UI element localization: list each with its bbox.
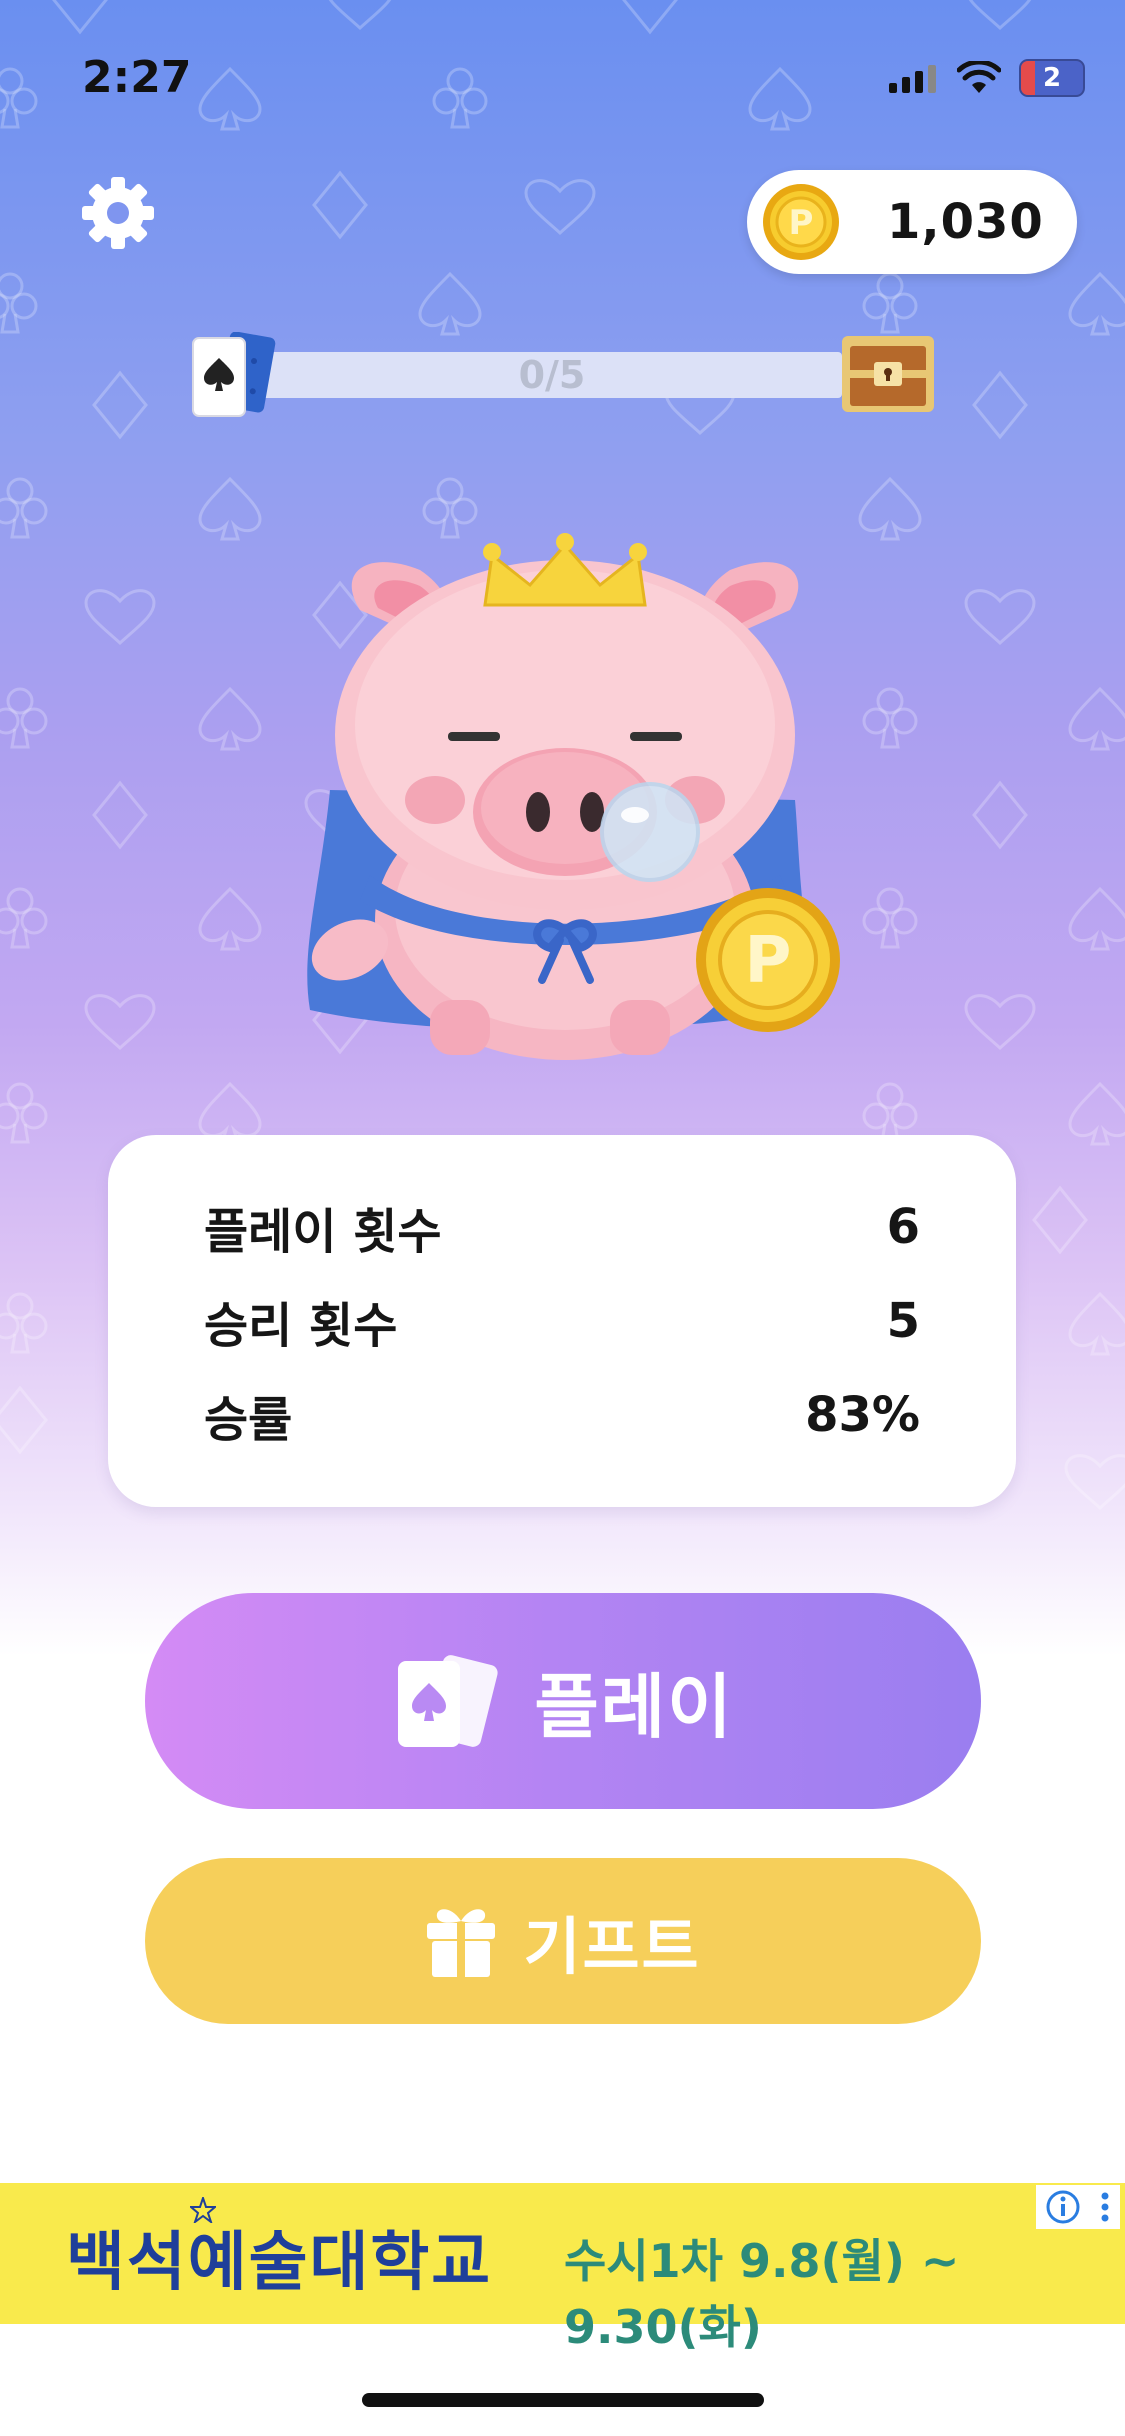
stat-row-winrate: 승률 83%	[204, 1375, 920, 1455]
stat-value: 6	[886, 1199, 920, 1255]
progress-label: 0/5	[518, 353, 586, 397]
ad-dates: 수시1차 9.8(월) ~ 9.30(화)	[564, 2234, 960, 2354]
status-icons: 2	[889, 58, 1085, 98]
settings-gear-icon[interactable]	[80, 175, 156, 251]
play-button-label: 플레이	[534, 1665, 734, 1748]
cellular-signal-icon	[889, 65, 936, 93]
coin-amount: 1,030	[887, 194, 1044, 250]
status-time: 2:27	[82, 52, 192, 103]
battery-indicator: 2	[1019, 59, 1085, 97]
coin-icon: P	[763, 184, 839, 260]
coin-balance[interactable]: P 1,030	[747, 170, 1077, 274]
wifi-icon	[957, 61, 1001, 93]
mascot-coin-symbol: P	[745, 924, 792, 998]
gift-icon	[427, 1909, 496, 1977]
playing-cards-icon	[398, 1655, 499, 1747]
stat-label: 승리 횟수	[204, 1298, 398, 1354]
stat-label: 승률	[204, 1392, 293, 1448]
ad-controls[interactable]	[1036, 2185, 1120, 2229]
stat-label: 플레이 횟수	[204, 1204, 442, 1260]
battery-label: 2	[1042, 63, 1062, 93]
gift-button[interactable]: 기프트	[145, 1858, 981, 2024]
more-options-icon[interactable]	[1099, 2189, 1111, 2225]
spade-card-icon	[192, 332, 276, 417]
treasure-chest-icon	[842, 336, 934, 412]
app-screen: 2:27 2 P 1,030 0/5 P 플레이 횟수 6 승리 횟수 5 승률…	[0, 0, 1125, 2436]
info-icon[interactable]	[1045, 2189, 1081, 2225]
stat-row-wins: 승리 횟수 5	[204, 1281, 920, 1361]
home-indicator[interactable]	[362, 2393, 764, 2407]
stat-row-plays: 플레이 횟수 6	[204, 1187, 920, 1267]
gift-button-label: 기프트	[523, 1910, 701, 1983]
stats-card: 플레이 횟수 6 승리 횟수 5 승률 83%	[108, 1135, 1016, 1507]
pig-mascot-illustration: P	[307, 533, 840, 1060]
ad-banner[interactable]: 백석예술대학교 수시1차 9.8(월) ~ 9.30(화)	[0, 2183, 1125, 2354]
ad-school-name: 백석예술대학교	[66, 2226, 493, 2300]
coin-symbol: P	[789, 203, 814, 243]
stat-value: 5	[886, 1293, 920, 1349]
progress-bar: 0/5	[262, 352, 842, 398]
play-button[interactable]: 플레이	[145, 1593, 981, 1809]
stat-value: 83%	[805, 1387, 920, 1443]
